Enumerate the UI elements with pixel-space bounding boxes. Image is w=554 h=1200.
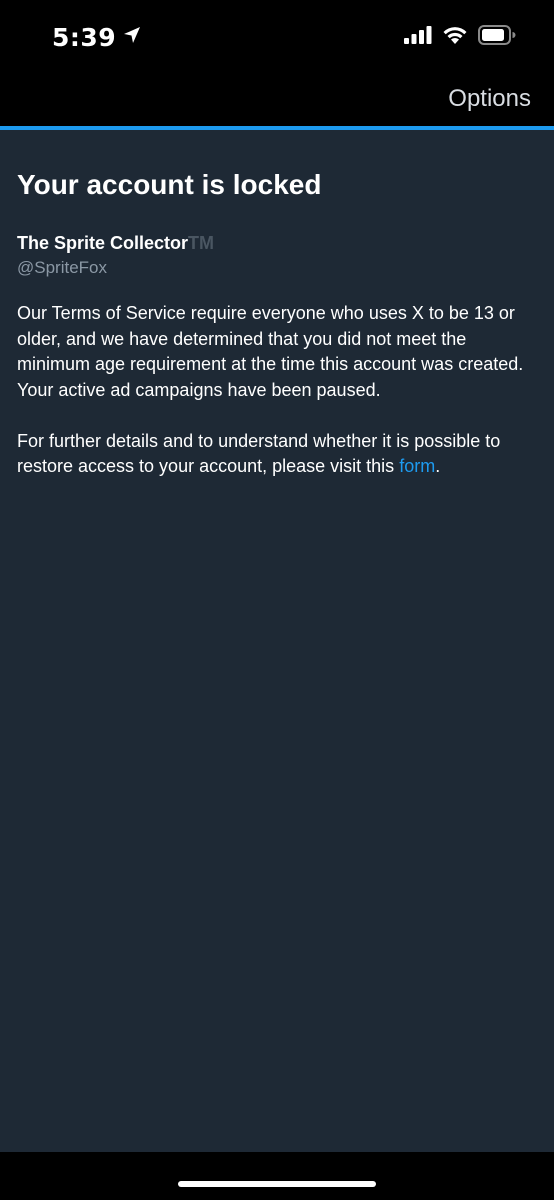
lock-message: Our Terms of Service require everyone wh…	[17, 301, 537, 480]
account-handle: @SpriteFox	[17, 258, 108, 277]
locked-account-panel: Your account is locked The Sprite Collec…	[0, 130, 554, 1152]
form-link[interactable]: form	[399, 456, 435, 476]
cellular-signal-icon	[404, 25, 432, 49]
status-time: 5:39	[52, 22, 117, 52]
page-title: Your account is locked	[17, 169, 322, 200]
location-arrow-icon	[122, 25, 142, 50]
header: Options	[0, 72, 554, 126]
bottom-bar	[0, 1152, 554, 1200]
battery-icon	[478, 24, 516, 50]
age-policy-paragraph: Our Terms of Service require everyone wh…	[17, 303, 524, 374]
account-name: The Sprite CollectorTM	[17, 232, 537, 254]
status-bar: 5:39	[0, 0, 554, 72]
restore-access-period: .	[435, 456, 441, 476]
status-icons	[404, 24, 516, 50]
screen: 5:39 Options Your account is locked The …	[0, 0, 554, 1200]
account-display-name: The Sprite Collector	[17, 233, 189, 253]
wifi-icon	[442, 25, 468, 49]
options-button[interactable]: Options	[448, 85, 531, 113]
restore-access-paragraph: For further details and to understand wh…	[17, 429, 537, 480]
home-indicator[interactable]	[178, 1181, 376, 1187]
status-time-group: 5:39	[52, 20, 142, 54]
ad-campaigns-paragraph: Your active ad campaigns have been pause…	[17, 379, 381, 400]
trademark-label: TM	[188, 233, 215, 253]
